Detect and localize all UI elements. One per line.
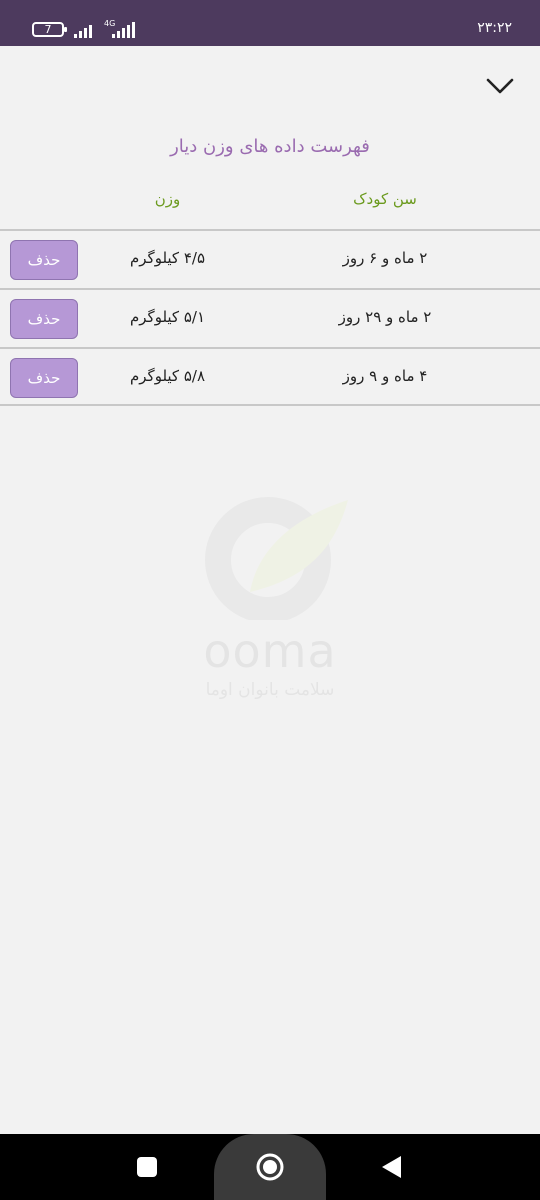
row-weight: ۵/۸ کیلوگرم xyxy=(129,367,206,385)
row-age: ۲ ماه و ۶ روز xyxy=(342,249,428,267)
delete-button[interactable]: حذف xyxy=(10,240,78,280)
recents-button[interactable] xyxy=(136,1156,158,1182)
table-row: ۲ ماه و ۶ روز ۴/۵ کیلوگرم حذف xyxy=(0,229,540,288)
column-header-weight: وزن xyxy=(154,190,181,208)
battery-level: 7 xyxy=(44,23,52,36)
table-row: ۴ ماه و ۹ روز ۵/۸ کیلوگرم حذف xyxy=(0,347,540,406)
signal-strength-icon xyxy=(74,22,92,38)
triangle-back-icon xyxy=(382,1156,401,1178)
row-age: ۲ ماه و ۲۹ روز xyxy=(338,308,432,326)
ooma-watermark: ooma سلامت بانوان اوما xyxy=(188,496,352,706)
navigation-bar xyxy=(0,1134,540,1200)
page-title: فهرست داده های وزن دیار xyxy=(170,136,370,157)
battery-icon: 7 xyxy=(32,22,67,37)
back-button[interactable] xyxy=(380,1155,404,1183)
delete-button[interactable]: حذف xyxy=(10,299,78,339)
square-icon xyxy=(137,1157,157,1177)
home-button[interactable] xyxy=(255,1152,285,1186)
table-row: ۲ ماه و ۲۹ روز ۵/۱ کیلوگرم حذف xyxy=(0,288,540,347)
row-weight: ۴/۵ کیلوگرم xyxy=(129,249,206,267)
signal-strength-4g-icon xyxy=(112,22,135,38)
watermark-tagline: سلامت بانوان اوما xyxy=(205,680,335,700)
circle-home-icon xyxy=(256,1153,284,1181)
ooma-logo-icon xyxy=(205,497,348,623)
weight-table: ۲ ماه و ۶ روز ۴/۵ کیلوگرم حذف ۲ ماه و ۲۹… xyxy=(0,229,540,406)
row-weight: ۵/۱ کیلوگرم xyxy=(129,308,206,326)
collapse-button[interactable] xyxy=(480,70,520,102)
delete-button[interactable]: حذف xyxy=(10,358,78,398)
clock: ۲۳:۲۲ xyxy=(477,20,512,36)
status-bar: 7 4G ۲۳:۲۲ xyxy=(0,0,540,46)
row-age: ۴ ماه و ۹ روز xyxy=(342,367,428,385)
column-header-age: سن کودک xyxy=(353,190,417,208)
watermark-brand: ooma xyxy=(203,624,337,678)
chevron-down-icon xyxy=(486,78,514,94)
